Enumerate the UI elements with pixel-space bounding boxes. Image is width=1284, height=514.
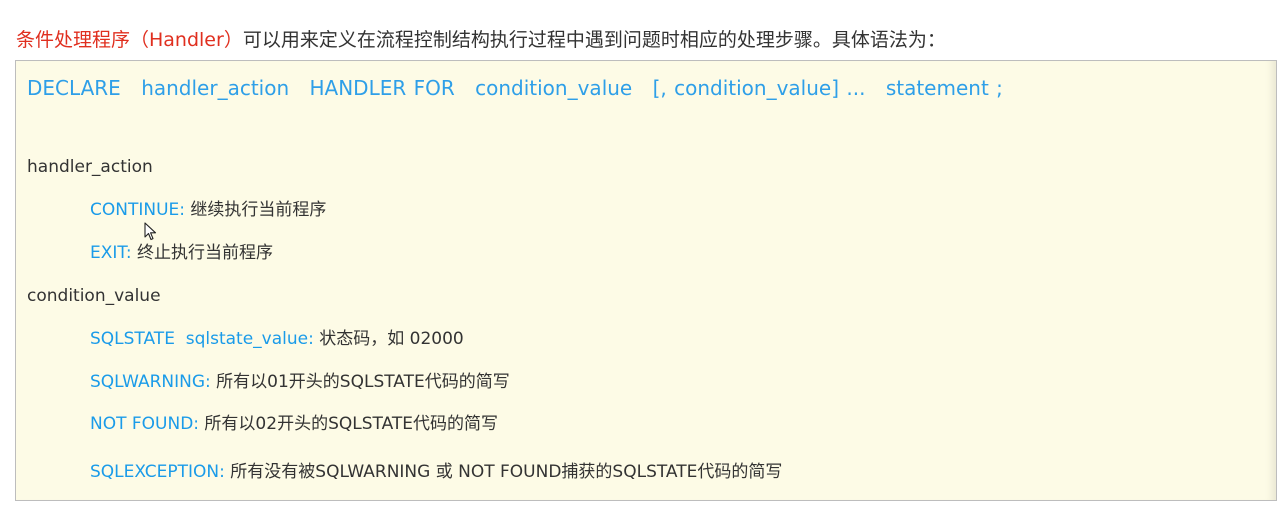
handler-action-heading: handler_action [27,157,153,177]
intro-text: 可以用来定义在流程控制结构执行过程中遇到问题时相应的处理步骤。具体语法为： [242,29,946,51]
keyword-continue: CONTINUE: [90,200,185,220]
list-item-not-found: NOT FOUND: 所有以02开头的SQLSTATE代码的简写 [90,412,498,436]
desc-exit: 终止执行当前程序 [131,243,274,263]
syntax-line: DECLARE handler_action HANDLER FOR condi… [27,74,1016,102]
mouse-pointer-icon [144,222,157,241]
keyword-sqlexception: SQLEXCEPTION: [90,462,225,482]
list-item-exit: EXIT: 终止执行当前程序 [90,241,273,265]
keyword-not-found: NOT FOUND: [90,414,200,434]
condition-value-heading: condition_value [27,286,161,306]
syntax-box: DECLARE handler_action HANDLER FOR condi… [15,60,1277,501]
list-item-sqlstate: SQLSTATE sqlstate_value: 状态码，如 02000 [90,327,464,351]
syntax-handler-for: HANDLER FOR [309,76,455,100]
syntax-declare: DECLARE [27,76,121,100]
list-item-sqlwarning: SQLWARNING: 所有以01开头的SQLSTATE代码的简写 [90,370,510,394]
keyword-sqlwarning: SQLWARNING: [90,372,211,392]
syntax-statement: statement ; [885,76,1003,100]
list-item-continue: CONTINUE: 继续执行当前程序 [90,198,326,222]
desc-not-found: 所有以02开头的SQLSTATE代码的简写 [199,414,498,434]
keyword-exit: EXIT: [90,243,132,263]
list-item-sqlexception: SQLEXCEPTION: 所有没有被SQLWARNING 或 NOT FOUN… [90,460,782,484]
syntax-handler-action: handler_action [141,76,290,100]
desc-sqlwarning: 所有以01开头的SQLSTATE代码的简写 [210,372,510,392]
intro-highlight: 条件处理程序（Handler） [16,29,243,51]
desc-sqlstate: 状态码，如 02000 [313,329,464,349]
intro-paragraph: 条件处理程序（Handler）可以用来定义在流程控制结构执行过程中遇到问题时相应… [16,26,946,54]
desc-sqlexception: 所有没有被SQLWARNING 或 NOT FOUND捕获的SQLSTATE代码… [224,462,783,482]
desc-continue: 继续执行当前程序 [185,200,327,220]
keyword-sqlstate: SQLSTATE sqlstate_value: [90,329,314,349]
syntax-condition-value-optional: [, condition_value] ... [652,76,866,100]
syntax-condition-value: condition_value [475,76,633,100]
